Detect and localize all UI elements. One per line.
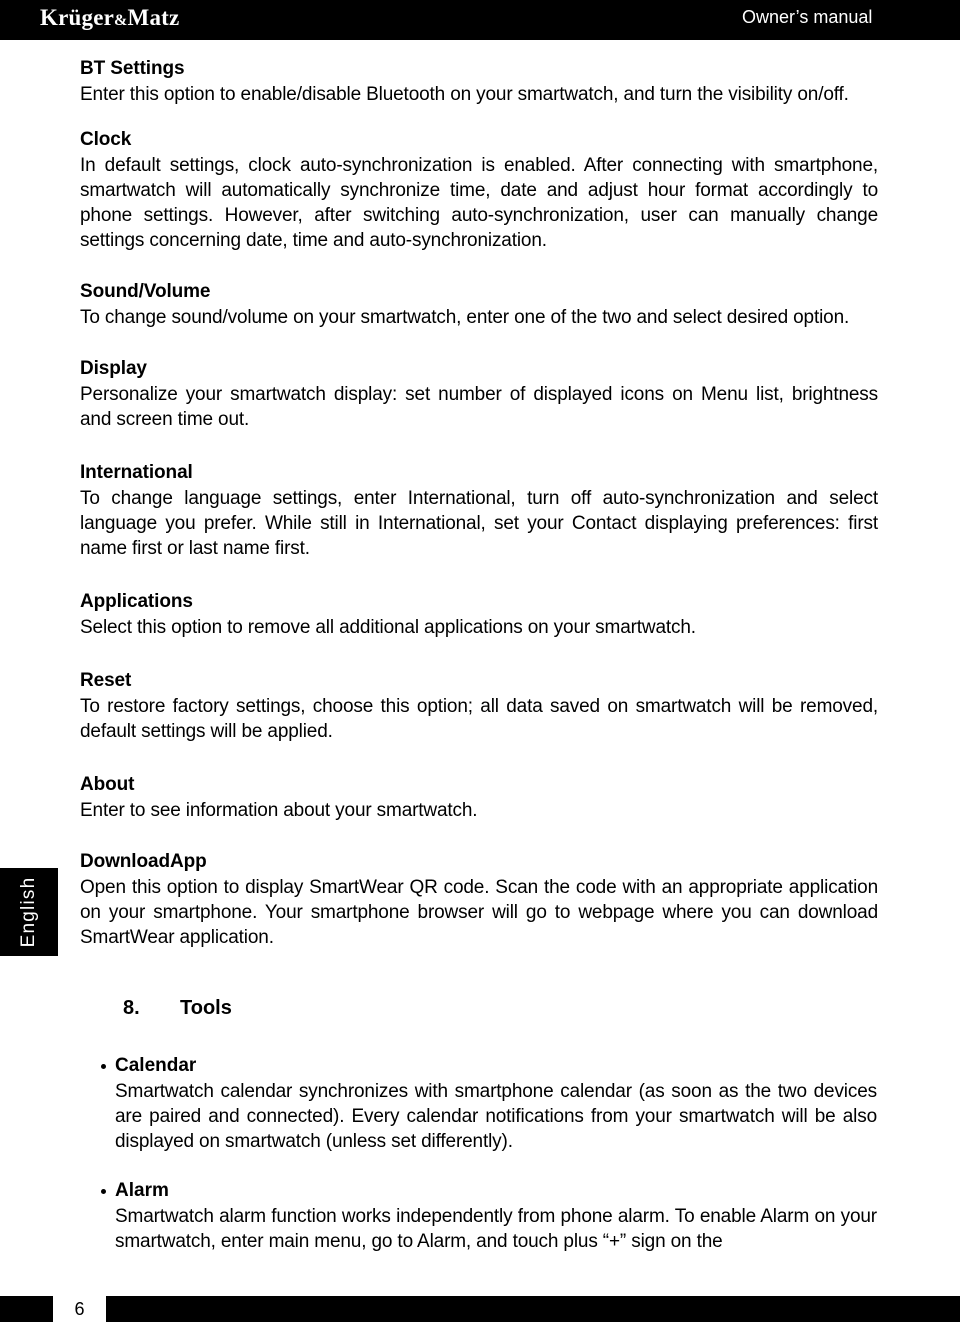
language-side-tab: English	[0, 868, 58, 956]
list-item-body: Smartwatch calendar synchronizes with sm…	[115, 1081, 877, 1152]
section-body: To change language settings, enter Inter…	[80, 488, 878, 559]
section-title: Applications	[80, 591, 193, 612]
brand-ampersand: &	[114, 12, 128, 29]
section-applications: Applications Select this option to remov…	[80, 589, 878, 640]
chapter-number: 8.	[123, 997, 140, 1019]
list-item: Calendar Smartwatch calendar synchronize…	[80, 1053, 878, 1154]
list-item-body: Smartwatch alarm function works independ…	[115, 1206, 877, 1252]
bullet-icon	[101, 1064, 106, 1069]
list-item-title: Alarm	[115, 1180, 169, 1201]
section-title: Clock	[80, 129, 132, 150]
section-title: Display	[80, 358, 147, 379]
chapter-heading: 8. Tools	[80, 995, 878, 1021]
section-bt-settings: BT Settings Enter this option to enable/…	[80, 56, 878, 107]
brand-name-suffix: Matz	[127, 5, 180, 30]
language-side-tab-label: English	[18, 876, 39, 948]
brand-name-prefix: Krüger	[40, 5, 115, 30]
list-item: Alarm Smartwatch alarm function works in…	[80, 1178, 878, 1254]
list-item-title: Calendar	[115, 1055, 197, 1076]
section-body: Select this option to remove all additio…	[80, 617, 696, 638]
chapter-tools: 8. Tools Calendar Smartwatch calendar syn…	[80, 995, 878, 1254]
section-title: International	[80, 462, 193, 483]
page-number: 6	[53, 1296, 106, 1322]
section-body: Enter to see information about your smar…	[80, 800, 478, 821]
section-about: About Enter to see information about you…	[80, 772, 878, 823]
section-body: To change sound/volume on your smartwatc…	[80, 307, 850, 328]
section-title: DownloadApp	[80, 851, 207, 872]
section-display: Display Personalize your smartwatch disp…	[80, 356, 878, 432]
section-international: International To change language setting…	[80, 460, 878, 561]
section-reset: Reset To restore factory settings, choos…	[80, 668, 878, 744]
section-body: Enter this option to enable/disable Blue…	[80, 84, 849, 105]
section-title: Reset	[80, 670, 132, 691]
section-sound-volume: Sound/Volume To change sound/volume on y…	[80, 279, 878, 330]
page-header: Krüger&Matz Owner’s manual	[0, 0, 960, 40]
page-footer: 6	[0, 1296, 960, 1322]
section-body: Personalize your smartwatch display: set…	[80, 384, 878, 430]
section-body: Open this option to display SmartWear QR…	[80, 877, 878, 948]
header-document-type: Owner’s manual	[742, 7, 873, 27]
bullet-icon	[101, 1189, 106, 1194]
section-clock: Clock In default settings, clock auto-sy…	[80, 127, 878, 253]
chapter-title: Tools	[180, 997, 232, 1019]
section-body: In default settings, clock auto-synchron…	[80, 155, 878, 251]
section-downloadapp: DownloadApp Open this option to display …	[80, 849, 878, 950]
section-title: Sound/Volume	[80, 281, 211, 302]
brand-logo: Krüger&Matz	[40, 5, 179, 31]
page-number-label: 6	[74, 1299, 85, 1319]
section-title: About	[80, 774, 135, 795]
document-body: BT Settings Enter this option to enable/…	[80, 56, 878, 950]
section-title: BT Settings	[80, 58, 185, 79]
section-body: To restore factory settings, choose this…	[80, 696, 878, 742]
